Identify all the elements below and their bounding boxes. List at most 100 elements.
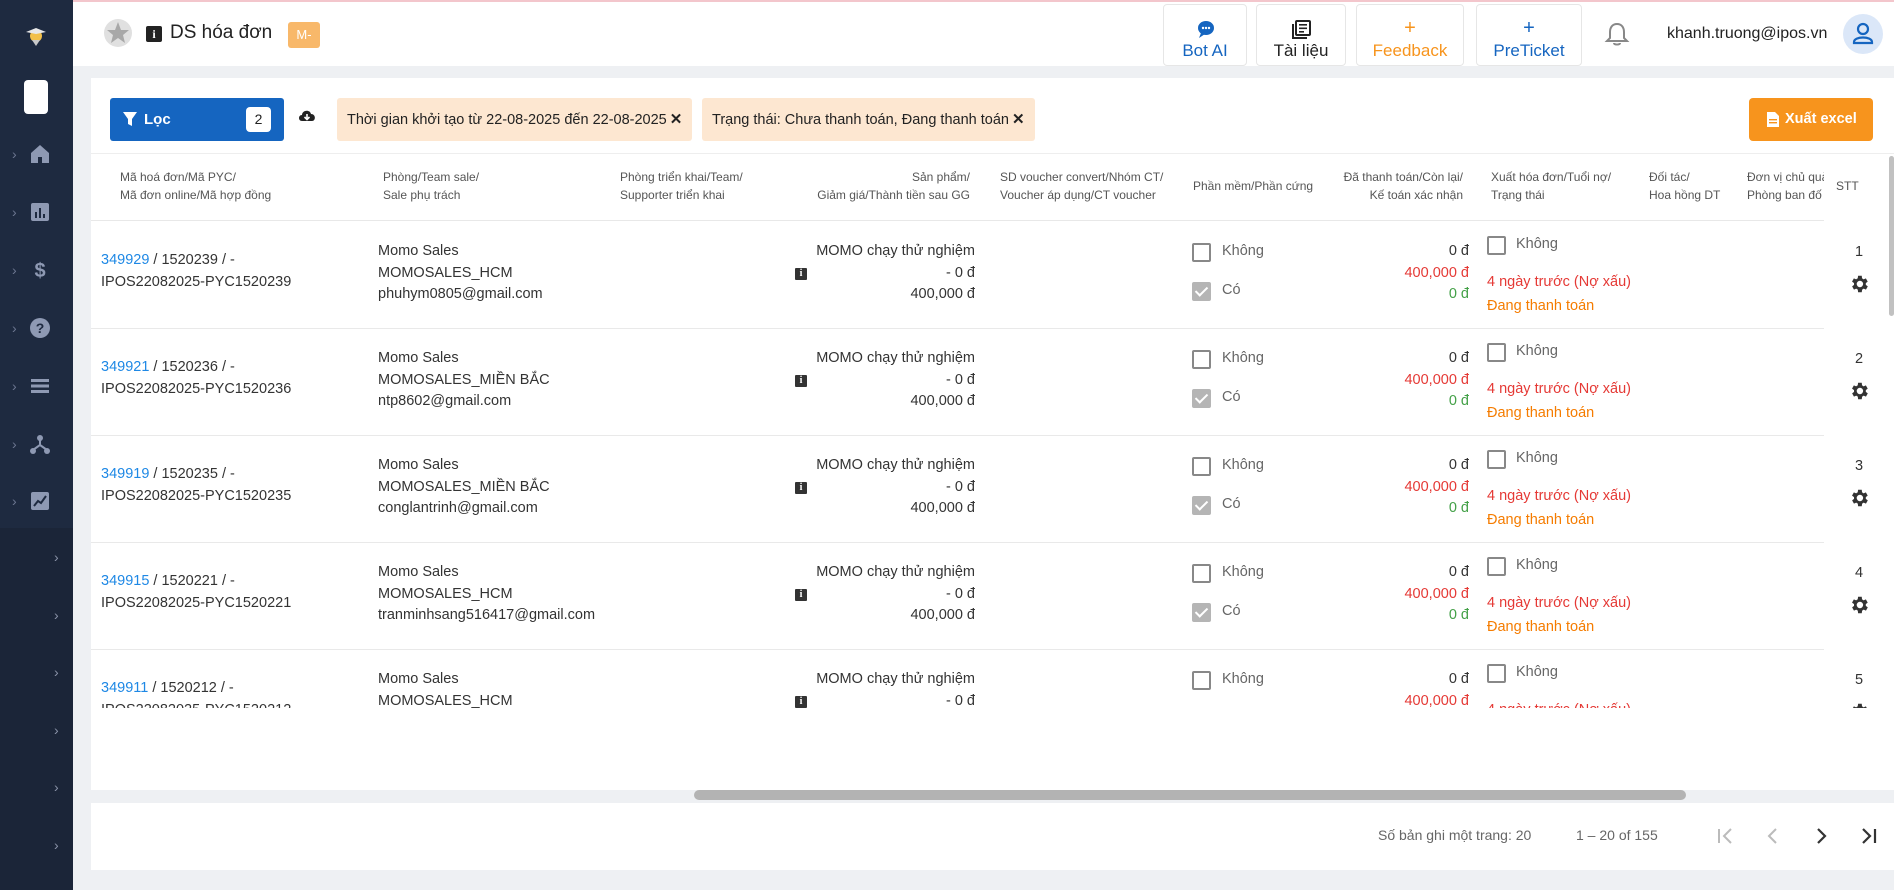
product-name: MOMO chạy thử nghiệm [816, 350, 975, 366]
gear-icon[interactable] [1848, 594, 1870, 616]
info-icon[interactable]: i [795, 267, 807, 280]
sidebar-expand-chevron-icon[interactable]: › [54, 837, 66, 853]
software-checkbox[interactable] [1192, 564, 1211, 583]
gear-icon[interactable] [1848, 273, 1870, 295]
user-email[interactable]: khanh.truong@ipos.vn [1667, 25, 1827, 43]
sales-email: tranminhsang516417@gmail.com [378, 607, 596, 623]
software-label: Không [1222, 457, 1264, 473]
hardware-checkbox[interactable] [1192, 389, 1211, 408]
hardware-checkbox[interactable] [1192, 282, 1211, 301]
table-row[interactable]: 349911 / 1520212 / - IPOS22082025-PYC1520… [91, 650, 1824, 708]
col-header-sales-team[interactable]: Phòng/Team sale/Sale phụ trách [383, 168, 479, 204]
horizontal-scrollbar[interactable] [694, 790, 1686, 800]
chevron-right-icon: › [12, 262, 17, 278]
cloud-download-icon[interactable] [297, 106, 317, 124]
preticket-button[interactable]: + PreTicket [1476, 4, 1582, 66]
sidebar-item-reports[interactable]: › [0, 192, 73, 232]
gear-icon[interactable] [1848, 701, 1870, 708]
info-icon[interactable]: i [795, 588, 807, 601]
hardware-checkbox[interactable] [1192, 603, 1211, 622]
sidebar-item-help[interactable]: › ? [0, 308, 73, 348]
table-row[interactable]: 349915 / 1520221 / - IPOS22082025-PYC1520… [91, 543, 1824, 650]
filter-button[interactable]: Lọc 2 [110, 98, 284, 141]
invoice-table: Mã hoá đơn/Mã PYC/Mã đơn online/Mã hợp đ… [91, 153, 1894, 708]
invoice-id-link[interactable]: 349929 [101, 252, 149, 268]
filter-count-badge: 2 [246, 107, 271, 132]
col-header-deploy-team[interactable]: Phòng triển khai/Team/Supporter triển kh… [620, 168, 743, 204]
hardware-label: Có [1222, 282, 1241, 298]
close-icon[interactable]: ✕ [1012, 111, 1025, 128]
invoice-id-link[interactable]: 349915 [101, 573, 149, 589]
table-row[interactable]: 349919 / 1520235 / - IPOS22082025-PYC1520… [91, 436, 1824, 543]
last-page-icon[interactable] [1856, 823, 1882, 849]
invoice-export-checkbox[interactable] [1487, 236, 1506, 255]
software-checkbox[interactable] [1192, 457, 1211, 476]
app-logo-icon[interactable] [22, 22, 50, 50]
payment-cell: 0 đ 400,000 đ 0 đ [1291, 455, 1469, 520]
sidebar-expand-chevron-icon[interactable]: › [54, 779, 66, 795]
debt-age: 4 ngày trước (Nợ xấu) [1487, 381, 1631, 397]
payment-status: Đang thanh toán [1487, 405, 1595, 421]
software-checkbox[interactable] [1192, 350, 1211, 369]
table-row[interactable]: 349929 / 1520239 / - IPOS22082025-PYC1520… [91, 222, 1824, 329]
prev-page-icon[interactable] [1760, 823, 1786, 849]
invoice-export-checkbox[interactable] [1487, 557, 1506, 576]
col-header-invoice-status[interactable]: Xuất hóa đơn/Tuổi nợ/Trạng thái [1491, 168, 1611, 204]
software-checkbox[interactable] [1192, 671, 1211, 690]
col-header-partner[interactable]: Đối tác/Hoa hồng DT [1649, 168, 1720, 204]
invoice-id-link[interactable]: 349911 [101, 680, 148, 696]
feedback-button[interactable]: + Feedback [1356, 4, 1464, 66]
paid-amount: 0 đ [1448, 243, 1469, 259]
invoice-id-link[interactable]: 349921 [101, 359, 149, 375]
invoice-id-link[interactable]: 349919 [101, 466, 149, 482]
invoice-export-checkbox[interactable] [1487, 664, 1506, 683]
gear-icon[interactable] [1848, 487, 1870, 509]
software-checkbox[interactable] [1192, 243, 1211, 262]
sidebar-expand-chevron-icon[interactable]: › [54, 549, 66, 565]
filter-chip-status[interactable]: Trạng thái: Chưa thanh toán, Đang thanh … [702, 98, 1035, 141]
sidebar-item-analytics[interactable]: › [0, 481, 73, 521]
sidebar-item-home[interactable]: › [0, 134, 73, 174]
next-page-icon[interactable] [1808, 823, 1834, 849]
sidebar-item-list[interactable]: › [0, 366, 73, 406]
team-name: MOMOSALES_HCM [378, 692, 513, 709]
close-icon[interactable]: ✕ [670, 111, 683, 128]
info-icon[interactable]: i [146, 26, 162, 42]
sidebar-expand-chevron-icon[interactable]: › [54, 664, 66, 680]
filter-chip-created-date[interactable]: Thời gian khởi tạo từ 22-08-2025 đến 22-… [337, 98, 693, 141]
info-icon[interactable]: i [795, 481, 807, 494]
col-header-product[interactable]: Sản phẩm/Giảm giá/Thành tiền sau GG [795, 168, 970, 204]
filter-button-label: Lọc [144, 111, 171, 128]
department-name: Momo Sales [378, 457, 459, 473]
col-header-payment[interactable]: Đã thanh toán/Còn lại/Kế toán xác nhận [1331, 168, 1463, 204]
dollar-icon: $ [34, 260, 45, 282]
sidebar-expand-chevron-icon[interactable]: › [54, 722, 66, 738]
bot-ai-button[interactable]: Bot AI [1163, 4, 1247, 66]
remaining-amount: 400,000 đ [1404, 371, 1469, 388]
export-excel-button[interactable]: Xuất excel [1749, 98, 1873, 141]
col-header-voucher[interactable]: SD voucher convert/Nhóm CT/Voucher áp dụ… [1000, 168, 1163, 204]
sidebar-item-network[interactable]: › [0, 424, 73, 464]
user-avatar[interactable] [1843, 14, 1883, 54]
hardware-checkbox[interactable] [1192, 496, 1211, 515]
notification-bell-icon[interactable] [1603, 20, 1631, 48]
vertical-scrollbar[interactable] [1889, 156, 1894, 316]
info-icon[interactable]: i [795, 695, 807, 708]
table-row[interactable]: 349921 / 1520236 / - IPOS22082025-PYC1520… [91, 329, 1824, 436]
info-icon[interactable]: i [795, 374, 807, 387]
sidebar-expand-chevron-icon[interactable]: › [54, 607, 66, 623]
docs-button[interactable]: Tài liệu [1256, 4, 1346, 66]
sidebar-item-finance[interactable]: › $ [0, 250, 73, 290]
invoice-export-checkbox[interactable] [1487, 450, 1506, 469]
col-header-unit[interactable]: Đơn vị chủ quả Phòng ban đố [1747, 168, 1828, 204]
col-header-invoice-code[interactable]: Mã hoá đơn/Mã PYC/Mã đơn online/Mã hợp đ… [120, 168, 271, 204]
col-header-software-hardware[interactable]: Phần mềm/Phần cứng [1193, 177, 1313, 195]
first-page-icon[interactable] [1712, 823, 1738, 849]
sidebar-search-box[interactable] [24, 80, 48, 114]
product-name: MOMO chạy thử nghiệm [816, 243, 975, 259]
invoice-export-checkbox[interactable] [1487, 343, 1506, 362]
favorite-star-icon[interactable] [103, 18, 133, 48]
gear-icon[interactable] [1848, 380, 1870, 402]
pagination-bar: Số bản ghi một trang: 20 1 – 20 of 155 [91, 803, 1894, 870]
rows-per-page-label[interactable]: Số bản ghi một trang: 20 [1378, 827, 1531, 843]
